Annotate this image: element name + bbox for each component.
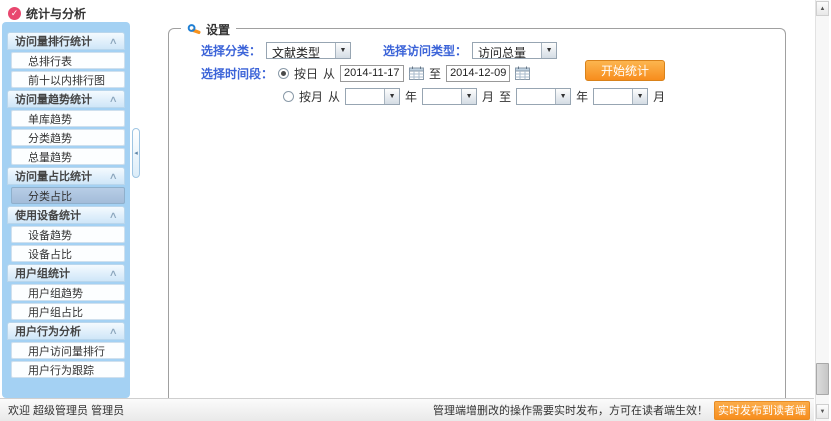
sidebar-group-usergroup-stats: 用户组统计 ∧ 用户组趋势 用户组占比 <box>2 264 130 320</box>
chevron-up-icon: ∧ <box>109 210 118 221</box>
from-label: 从 <box>328 88 340 105</box>
sidebar-item-user-visit-ranking[interactable]: 用户访问量排行 <box>11 342 125 359</box>
visit-type-label: 选择访问类型： <box>383 42 467 59</box>
category-select[interactable]: 文献类型 ▼ <box>266 42 351 59</box>
sidebar-item-category-trend[interactable]: 分类趋势 <box>11 129 125 146</box>
sidebar: 访问量排行统计 ∧ 总排行表 前十以内排行图 访问量趋势统计 ∧ 单库趋势 分类… <box>2 22 130 398</box>
by-month-radio[interactable] <box>283 91 294 102</box>
settings-legend: 设置 <box>181 21 236 38</box>
sidebar-group-visit-ranking: 访问量排行统计 ∧ 总排行表 前十以内排行图 <box>2 32 130 88</box>
sidebar-item-usergroup-trend[interactable]: 用户组趋势 <box>11 284 125 301</box>
app-header: ✓ 统计与分析 <box>8 4 86 22</box>
from-label: 从 <box>323 65 335 82</box>
sidebar-group-label: 用户组统计 <box>15 265 70 281</box>
sidebar-group-header-user-behavior[interactable]: 用户行为分析 ∧ <box>7 322 125 340</box>
chevron-down-icon[interactable]: ▼ <box>335 43 350 58</box>
scrollbar-thumb[interactable] <box>816 363 829 395</box>
period-label: 选择时间段： <box>201 65 273 82</box>
sidebar-item-single-db-trend[interactable]: 单库趋势 <box>11 110 125 127</box>
sidebar-group-header-visit-share[interactable]: 访问量占比统计 ∧ <box>7 167 125 185</box>
chevron-up-icon: ∧ <box>109 94 118 105</box>
settings-wrench-icon <box>187 23 202 36</box>
scroll-down-icon[interactable]: ▼ <box>816 404 829 419</box>
vertical-scrollbar[interactable]: ▲ ▼ <box>815 0 829 421</box>
sidebar-item-total-trend[interactable]: 总量趋势 <box>11 148 125 165</box>
sidebar-group-label: 访问量排行统计 <box>15 33 92 49</box>
sidebar-group-header-visit-ranking[interactable]: 访问量排行统计 ∧ <box>7 32 125 50</box>
sidebar-item-top10-chart[interactable]: 前十以内排行图 <box>11 71 125 88</box>
sidebar-group-header-usergroup-stats[interactable]: 用户组统计 ∧ <box>7 264 125 282</box>
to-month-select[interactable]: ▼ <box>593 88 648 105</box>
app-window: ✓ 统计与分析 访问量排行统计 ∧ 总排行表 前十以内排行图 访问量趋势统计 ∧… <box>0 0 831 421</box>
page-title: 统计与分析 <box>26 5 86 22</box>
year-label: 年 <box>405 88 417 105</box>
status-bar: 欢迎 超级管理员 管理员 管理端增删改的操作需要实时发布，方可在读者端生效！ 实… <box>0 398 814 421</box>
to-year-value <box>517 89 555 104</box>
sidebar-group-label: 使用设备统计 <box>15 207 81 223</box>
chevron-down-icon[interactable]: ▼ <box>461 89 476 104</box>
sidebar-group-label: 用户行为分析 <box>15 323 81 339</box>
sidebar-item-device-share[interactable]: 设备占比 <box>11 245 125 262</box>
sidebar-collapse-handle[interactable]: ◂ <box>132 128 140 178</box>
form-row-category: 选择分类： 文献类型 ▼ 选择访问类型： 访问总量 ▼ <box>201 41 670 59</box>
sidebar-item-usergroup-share[interactable]: 用户组占比 <box>11 303 125 320</box>
year-label: 年 <box>576 88 588 105</box>
visit-type-select-value: 访问总量 <box>473 43 541 58</box>
month-label: 月 <box>482 88 494 105</box>
settings-legend-label: 设置 <box>206 21 230 38</box>
chevron-up-icon: ∧ <box>109 36 118 47</box>
calendar-icon[interactable] <box>409 66 424 80</box>
scroll-up-icon[interactable]: ▲ <box>816 1 829 16</box>
collapse-left-icon: ◂ <box>134 149 138 157</box>
date-from-input[interactable] <box>340 65 404 82</box>
settings-panel: 设置 选择分类： 文献类型 ▼ 选择访问类型： 访问总量 ▼ 选择时间段： <box>168 28 786 398</box>
sidebar-group-visit-trend: 访问量趋势统计 ∧ 单库趋势 分类趋势 总量趋势 <box>2 90 130 165</box>
date-to-input[interactable] <box>446 65 510 82</box>
welcome-text: 欢迎 超级管理员 管理员 <box>8 402 124 418</box>
to-label: 至 <box>429 65 441 82</box>
to-month-value <box>594 89 632 104</box>
sidebar-item-total-ranking[interactable]: 总排行表 <box>11 52 125 69</box>
category-label: 选择分类： <box>201 42 261 59</box>
from-month-select[interactable]: ▼ <box>422 88 477 105</box>
calendar-icon[interactable] <box>515 66 530 80</box>
check-badge-icon: ✓ <box>8 7 21 20</box>
sidebar-group-user-behavior: 用户行为分析 ∧ 用户访问量排行 用户行为跟踪 <box>2 322 130 378</box>
sidebar-group-label: 访问量占比统计 <box>15 168 92 184</box>
sidebar-group-device-stats: 使用设备统计 ∧ 设备趋势 设备占比 <box>2 206 130 262</box>
sidebar-item-category-share-selected[interactable]: 分类占比 <box>11 187 125 204</box>
by-month-label: 按月 <box>299 88 323 105</box>
from-month-value <box>423 89 461 104</box>
chevron-up-icon: ∧ <box>109 326 118 337</box>
chevron-down-icon[interactable]: ▼ <box>384 89 399 104</box>
publish-to-reader-button[interactable]: 实时发布到读者端 <box>714 401 810 420</box>
category-select-value: 文献类型 <box>267 43 335 58</box>
chevron-down-icon[interactable]: ▼ <box>555 89 570 104</box>
publish-notice-text: 管理端增删改的操作需要实时发布，方可在读者端生效！ <box>433 402 708 418</box>
start-statistics-button[interactable]: 开始统计 <box>585 60 665 81</box>
to-year-select[interactable]: ▼ <box>516 88 571 105</box>
sidebar-item-device-trend[interactable]: 设备趋势 <box>11 226 125 243</box>
from-year-select[interactable]: ▼ <box>345 88 400 105</box>
chevron-up-icon: ∧ <box>109 171 118 182</box>
sidebar-group-header-device-stats[interactable]: 使用设备统计 ∧ <box>7 206 125 224</box>
chevron-down-icon[interactable]: ▼ <box>541 43 556 58</box>
sidebar-group-header-visit-trend[interactable]: 访问量趋势统计 ∧ <box>7 90 125 108</box>
by-day-radio[interactable] <box>278 68 289 79</box>
from-year-value <box>346 89 384 104</box>
chevron-down-icon[interactable]: ▼ <box>632 89 647 104</box>
visit-type-select[interactable]: 访问总量 ▼ <box>472 42 557 59</box>
form-row-by-month: 按月 从 ▼ 年 ▼ 月 至 ▼ 年 <box>201 87 670 105</box>
sidebar-group-visit-share: 访问量占比统计 ∧ 分类占比 <box>2 167 130 204</box>
chevron-up-icon: ∧ <box>109 268 118 279</box>
to-label: 至 <box>499 88 511 105</box>
month-label: 月 <box>653 88 665 105</box>
sidebar-item-user-behavior-track[interactable]: 用户行为跟踪 <box>11 361 125 378</box>
by-day-label: 按日 <box>294 65 318 82</box>
sidebar-group-label: 访问量趋势统计 <box>15 91 92 107</box>
